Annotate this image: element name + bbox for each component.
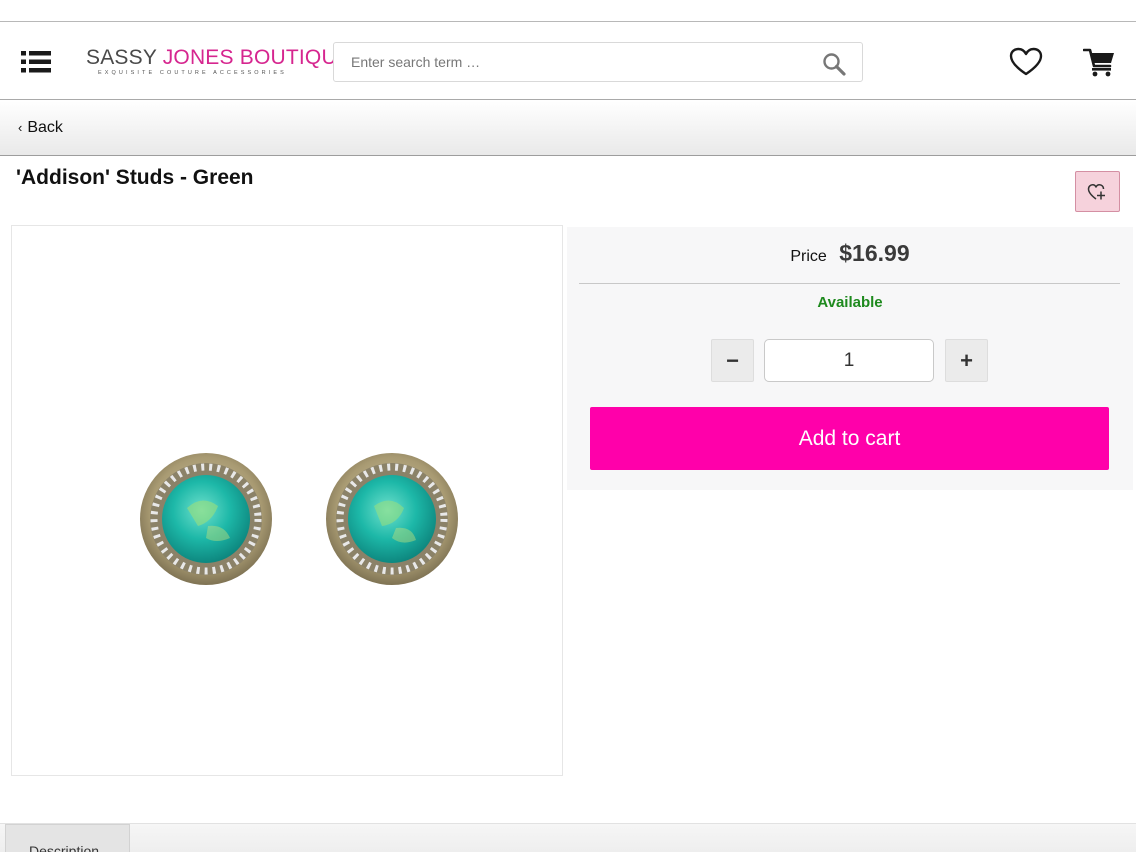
earrings-image xyxy=(140,453,458,585)
product-title: 'Addison' Studs - Green xyxy=(16,166,254,189)
back-bar: ‹ Back xyxy=(0,101,1136,156)
heart-plus-icon xyxy=(1087,183,1105,200)
logo-primary-text: SASSY xyxy=(86,46,157,69)
tab-description[interactable]: Description xyxy=(5,824,130,852)
heart-icon[interactable] xyxy=(1009,47,1043,77)
site-logo[interactable]: SASSY JONES BOUTIQUE Exquisite Couture A… xyxy=(86,46,351,79)
price-value: $16.99 xyxy=(839,240,910,266)
magnifier-icon[interactable] xyxy=(822,52,846,76)
search-input[interactable] xyxy=(334,43,804,81)
divider xyxy=(579,283,1120,284)
chevron-left-icon: ‹ xyxy=(18,119,23,135)
add-to-cart-button[interactable]: Add to cart xyxy=(590,407,1109,470)
tab-description-label: Description xyxy=(29,843,100,852)
purchase-panel: Price $16.99 Available − + Add to cart xyxy=(567,227,1133,490)
back-button[interactable]: ‹ Back xyxy=(18,117,63,139)
site-header: SASSY JONES BOUTIQUE Exquisite Couture A… xyxy=(0,23,1136,100)
shopping-cart-icon[interactable] xyxy=(1083,47,1115,77)
add-to-wishlist-button[interactable] xyxy=(1075,171,1120,212)
quantity-increase-button[interactable]: + xyxy=(945,339,988,382)
logo-tagline: Exquisite Couture Accessories xyxy=(98,70,287,76)
product-tabs: Description xyxy=(0,823,1136,852)
price-label: Price xyxy=(790,248,827,265)
back-label: Back xyxy=(27,119,63,136)
quantity-decrease-button[interactable]: − xyxy=(711,339,754,382)
list-menu-icon[interactable] xyxy=(20,49,52,75)
search-box xyxy=(333,42,863,82)
price-row: Price $16.99 xyxy=(567,240,1133,267)
top-strip xyxy=(0,0,1136,22)
quantity-input[interactable] xyxy=(764,339,934,382)
product-image[interactable] xyxy=(11,225,563,776)
logo-secondary-text: JONES BOUTIQUE xyxy=(162,46,352,69)
availability-status: Available xyxy=(817,294,883,311)
